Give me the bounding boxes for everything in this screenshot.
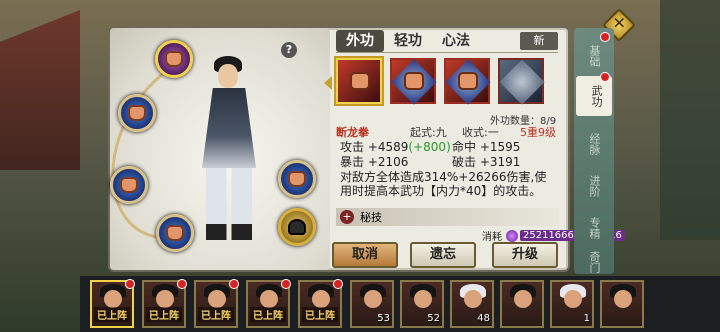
tab-waigong[interactable]: 外功 [336,30,384,52]
fist-icon [458,72,478,90]
party-slot-4[interactable]: 已上阵 [246,279,291,328]
help-icon[interactable]: ? [281,42,297,58]
side-nav-basic[interactable]: 基础 [578,36,610,76]
cancel-button[interactable]: 取消 [332,242,398,268]
avatar [364,290,382,308]
end-move: 收式:一 [462,126,499,139]
scroll-left-arrow-icon[interactable] [324,76,332,90]
skill-slot-xinfa[interactable] [278,208,316,246]
secret-skill-row[interactable]: + 秘技 [336,208,558,226]
party-slot-11[interactable] [600,280,644,328]
tab-xinfa[interactable]: 心法 [432,30,480,52]
skill-slot-fist-2[interactable] [110,166,148,204]
cost-label: 消耗 [482,232,502,243]
skill-card-row [324,58,556,108]
stat-break: 破击 +3191 [452,155,521,169]
start-move: 起式:九 [410,126,447,139]
avatar [614,290,632,308]
fist-icon [128,105,146,121]
avatar [156,290,174,308]
side-nav: 基础 武功 经脉 进阶 专精 奇门 [574,28,614,274]
fist-icon [120,177,138,193]
skill-stats: 攻击 +4589(+800) 命中 +1595 暴击 +2106 破击 +319… [340,140,564,170]
party-slot-3[interactable]: 已上阵 [194,279,239,328]
avatar [104,290,122,308]
party-slot-9[interactable] [500,280,544,328]
notification-dot [600,32,610,42]
party-slot-6[interactable]: 53 [350,280,394,328]
new-button[interactable]: 新 [520,32,558,50]
side-nav-meridian[interactable]: 经脉 [578,124,610,164]
meditation-icon [288,219,306,235]
palm-icon [165,51,183,67]
upgrade-button[interactable]: 升级 [492,242,558,268]
blade-icon [499,59,545,105]
avatar [514,290,532,308]
tab-qinggong[interactable]: 轻功 [384,30,432,52]
skill-description: 对敌方全体造成314%+26266伤害,使用时提高本武功【内力*40】的攻击。 [340,170,547,198]
skill-slot-fist-1[interactable] [118,94,156,132]
fist-icon [404,72,424,90]
skill-slot-palm[interactable] [155,40,193,78]
skill-card-3[interactable] [444,58,491,105]
forget-button[interactable]: 遗忘 [410,242,476,268]
avatar [414,290,432,308]
running-figure-icon [288,171,306,187]
avatar [464,290,482,308]
secret-skill-label: 秘技 [360,211,382,224]
party-slot-7[interactable]: 52 [400,280,444,328]
skill-slot-fist-3[interactable] [156,214,194,252]
skill-card-2[interactable] [390,58,437,105]
notification-dot [600,72,610,82]
background-tree [660,0,720,240]
avatar [312,290,330,308]
add-icon: + [340,210,354,224]
party-slot-8[interactable]: 48 [450,280,494,328]
avatar [260,290,278,308]
gem-icon [506,229,518,242]
skill-level: 5重9级 [520,126,556,139]
skill-card-1[interactable] [336,58,382,104]
skill-header: 断龙拳 起式:九 收式:一 5重9级 [336,124,558,140]
skill-slot-qinggong[interactable] [278,160,316,198]
skill-card-4[interactable] [498,58,545,105]
party-slot-10[interactable]: 1 [550,280,594,328]
side-nav-martial[interactable]: 武功 [576,76,612,116]
stat-attack: 攻击 +4589(+800) [340,140,451,154]
avatar [564,290,582,308]
tab-divider [336,52,558,53]
hero-portrait [190,56,270,244]
party-slot-2[interactable]: 已上阵 [142,279,187,328]
palm-icon [350,72,370,90]
side-nav-advance[interactable]: 进阶 [578,166,610,206]
fist-icon [166,225,184,241]
party-slot-1[interactable]: 已上阵 [90,279,135,328]
avatar [208,290,226,308]
party-slot-5[interactable]: 已上阵 [298,279,343,328]
stat-crit: 暴击 +2106 [340,155,409,169]
skill-name: 断龙拳 [336,126,369,139]
stat-hit: 命中 +1595 [452,140,521,154]
